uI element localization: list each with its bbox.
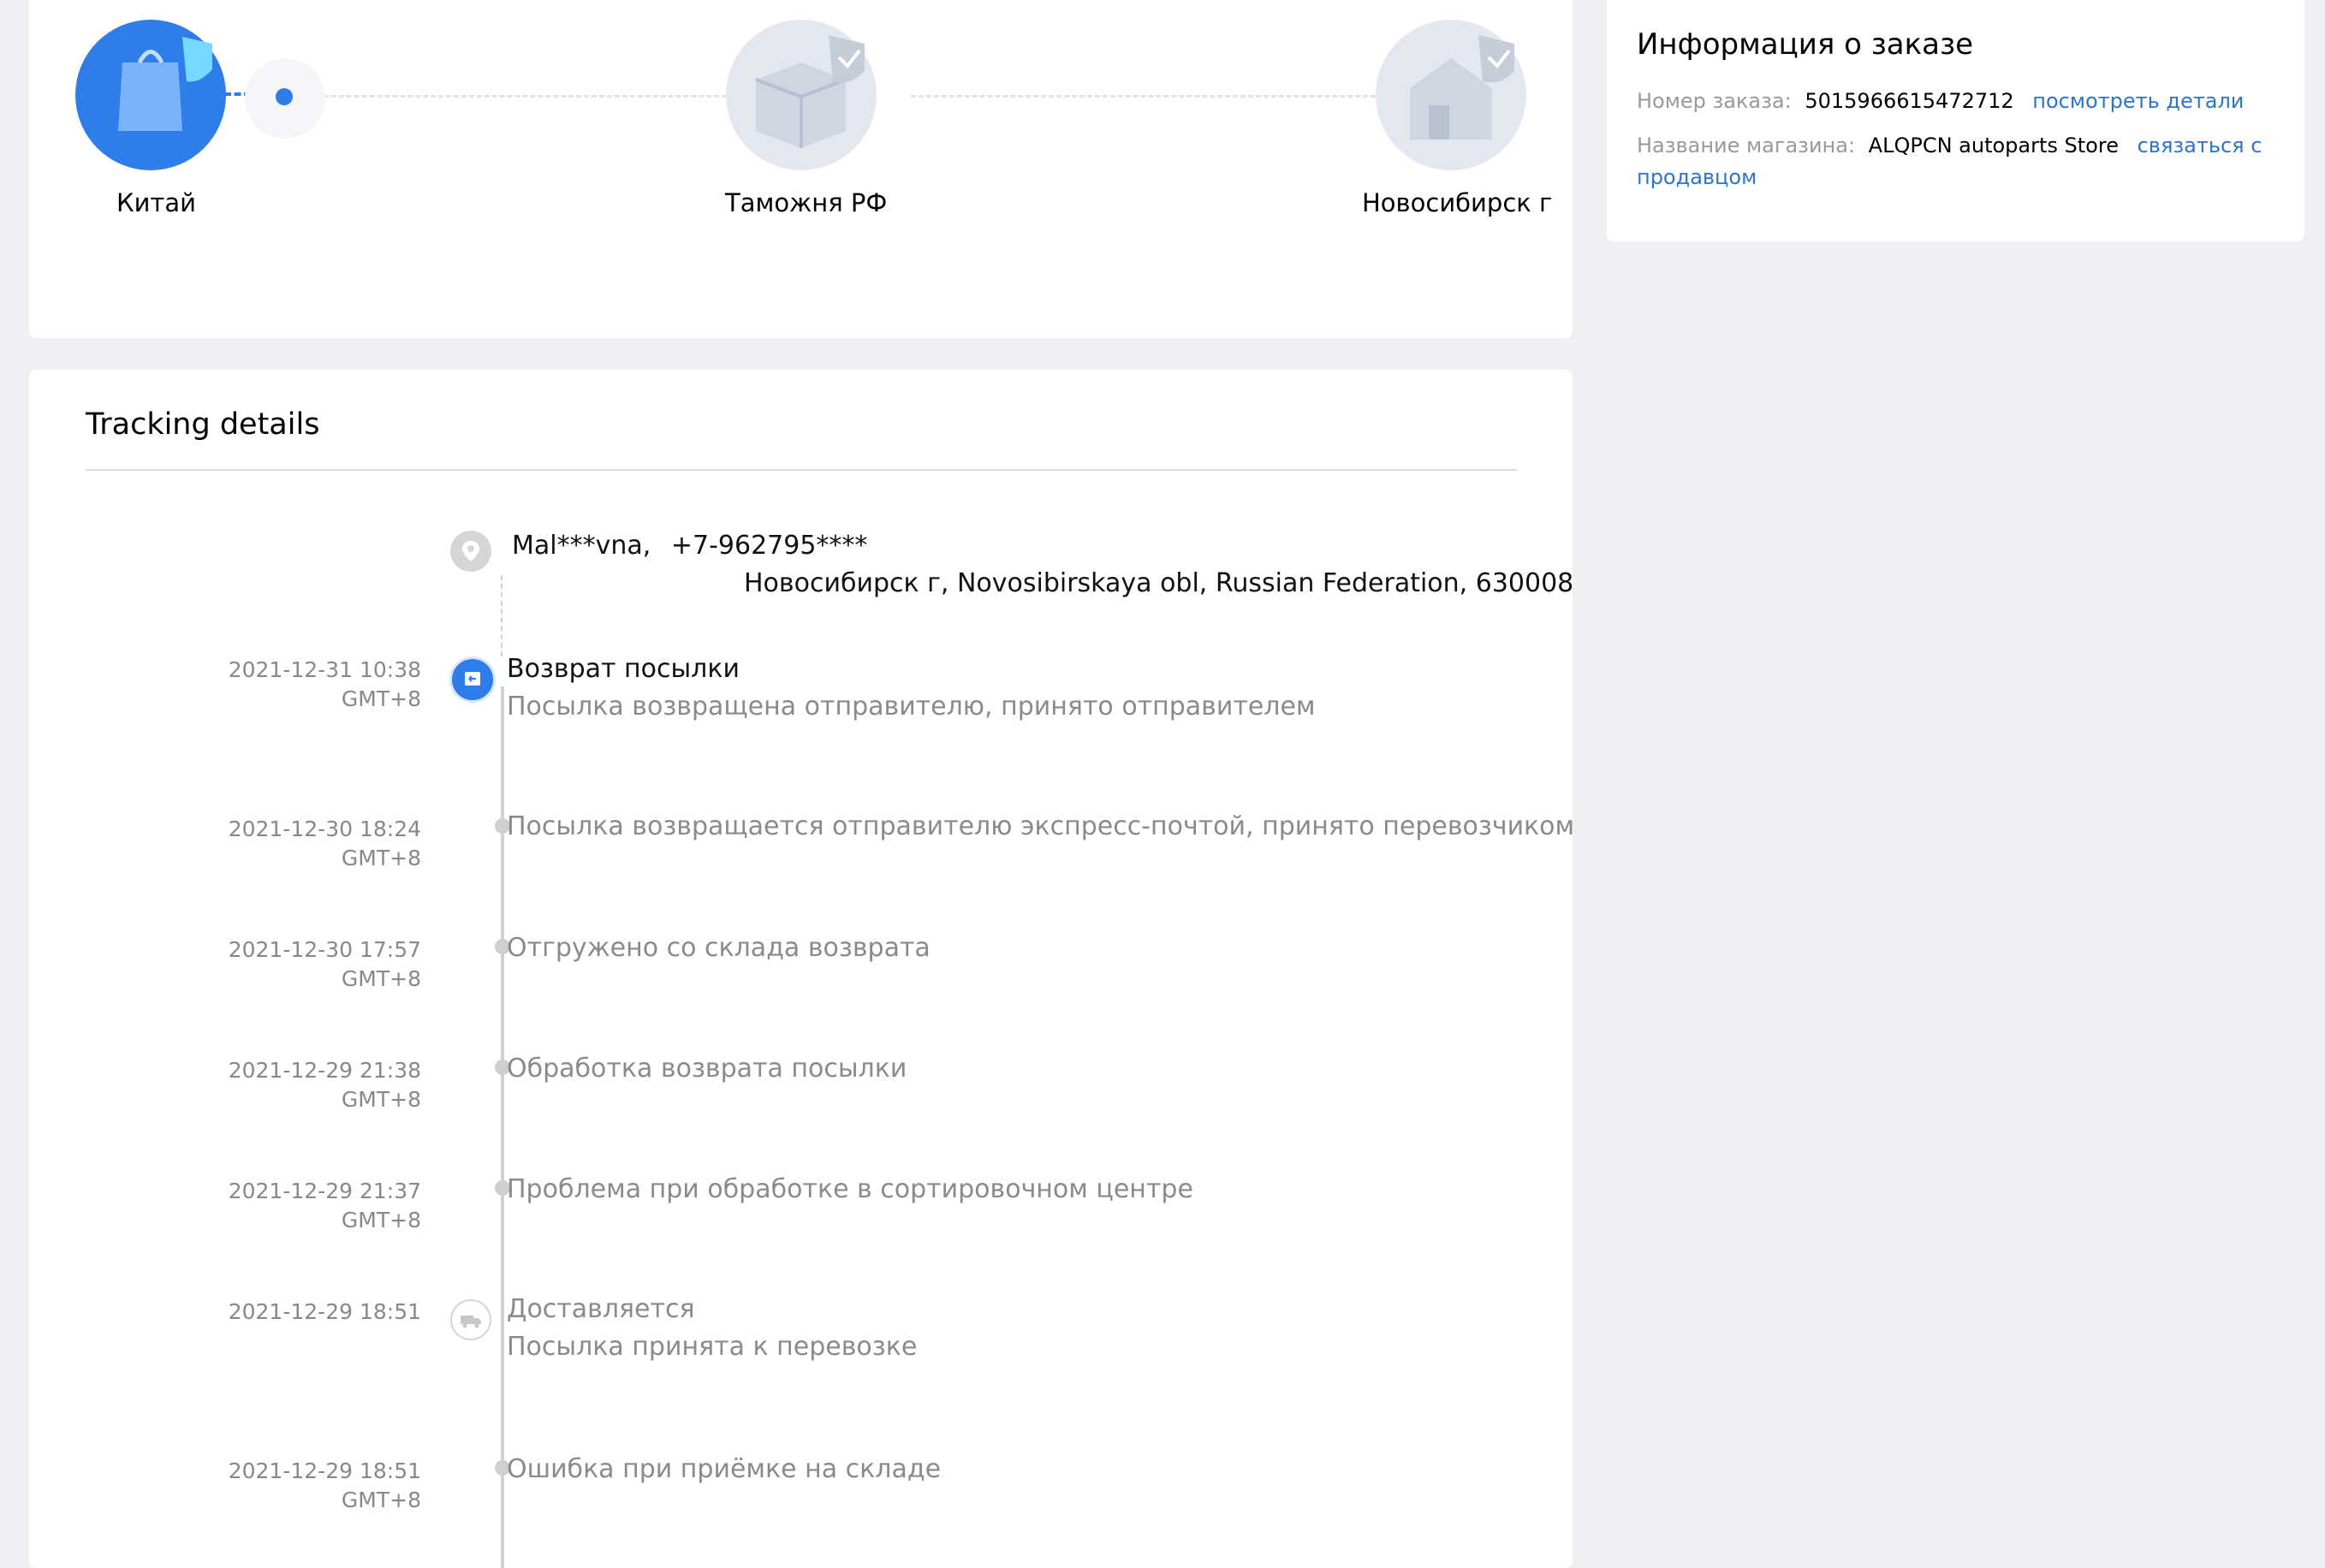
route-connector bbox=[277, 95, 765, 98]
store-name: ALQPCN autoparts Store bbox=[1868, 134, 2119, 157]
view-details-link[interactable]: посмотреть детали bbox=[2032, 89, 2244, 113]
event-time: 2021-12-30 18:24 GMT+8 bbox=[228, 817, 421, 870]
event-text: Посылка принята к перевозке bbox=[507, 1332, 918, 1362]
order-number-row: Номер заказа: 5015966615472712 посмотрет… bbox=[1637, 86, 2244, 117]
event-text: Отгружено со склада возврата bbox=[507, 933, 931, 963]
recipient-contact: Mal***vna, +7-962795**** bbox=[512, 527, 867, 565]
order-info-card: Информация о заказе Номер заказа: 501596… bbox=[1607, 0, 2304, 241]
event-text: Посылка возвращается отправителю экспрес… bbox=[507, 811, 1575, 841]
progress-marker bbox=[276, 88, 293, 105]
customs-box-icon bbox=[755, 35, 865, 148]
event-time: 2021-12-29 21:38 GMT+8 bbox=[228, 1058, 421, 1112]
stage-label-destination: Новосибирск г bbox=[1362, 188, 1553, 217]
stage-label-customs: Таможня РФ bbox=[725, 188, 888, 217]
truck-icon bbox=[450, 1299, 491, 1340]
store-row: Название магазина: ALQPCN autoparts Stor… bbox=[1637, 130, 2287, 193]
route-connector bbox=[911, 95, 1399, 98]
house-icon bbox=[1410, 35, 1514, 140]
recipient-address: Новосибирск г, Novosibirskaya obl, Russi… bbox=[744, 568, 1574, 598]
event-time: 2021-12-29 18:51 bbox=[228, 1299, 421, 1324]
tracking-details-card: Tracking details Mal***vna, +7-962795***… bbox=[29, 370, 1575, 1568]
return-icon bbox=[449, 656, 496, 703]
recipient-phone: +7-962795**** bbox=[670, 531, 868, 561]
route-progress-card: Китай Таможня РФ Новосибирск г bbox=[29, 0, 1573, 338]
tracking-title: Tracking details bbox=[86, 407, 320, 442]
event-title: Доставляется bbox=[507, 1294, 695, 1324]
event-time: 2021-12-29 21:37 GMT+8 bbox=[228, 1179, 421, 1232]
order-info-title: Информация о заказе bbox=[1637, 27, 1973, 62]
store-label: Название магазина: bbox=[1637, 134, 1856, 157]
shopping-bag-icon bbox=[118, 37, 212, 131]
stage-customs bbox=[726, 20, 877, 170]
location-pin-icon bbox=[450, 531, 491, 572]
event-time: 2021-12-30 17:57 GMT+8 bbox=[228, 937, 421, 991]
event-time: 2021-12-31 10:38 GMT+8 bbox=[228, 657, 421, 711]
event-time: 2021-12-29 18:51 GMT+8 bbox=[228, 1458, 421, 1512]
recipient-name: Mal***vna, bbox=[512, 531, 651, 561]
order-number: 5015966615472712 bbox=[1805, 89, 2014, 113]
order-number-label: Номер заказа: bbox=[1637, 89, 1792, 113]
stage-destination bbox=[1376, 20, 1526, 170]
divider bbox=[86, 469, 1517, 471]
event-text: Проблема при обработке в сортировочном ц… bbox=[507, 1174, 1193, 1204]
event-title: Возврат посылки bbox=[507, 654, 740, 684]
stage-china bbox=[75, 20, 226, 170]
event-text: Посылка возвращена отправителю, принято … bbox=[507, 692, 1316, 722]
timeline-dashed-line bbox=[501, 575, 502, 656]
stage-label-china: Китай bbox=[116, 188, 196, 217]
event-text: Ошибка при приёмке на складе bbox=[507, 1454, 942, 1484]
event-text: Обработка возврата посылки bbox=[507, 1054, 907, 1084]
